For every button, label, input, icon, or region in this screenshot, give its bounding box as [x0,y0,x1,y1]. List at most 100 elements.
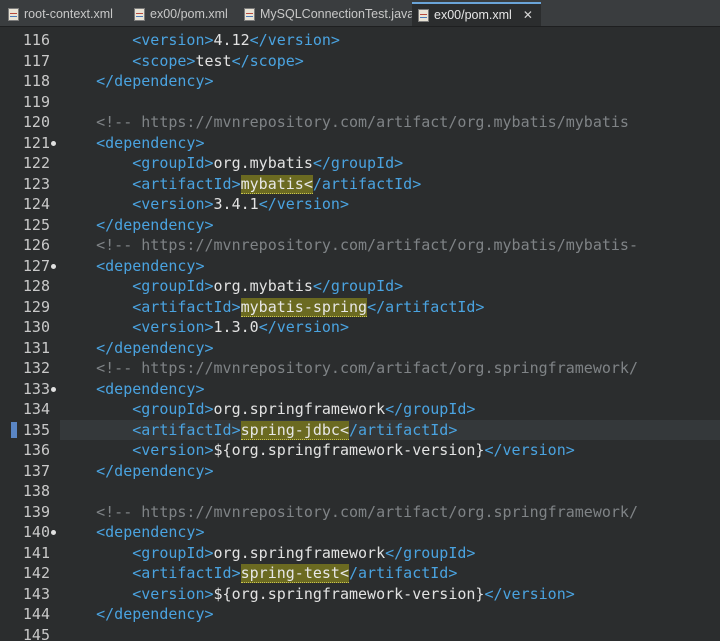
code-line[interactable]: 139 <!-- https://mvnrepository.com/artif… [0,502,720,523]
xml-tag: /artifactId> [349,420,458,439]
code-text: <groupId>org.springframework</groupId> [60,399,720,420]
code-line[interactable]: 136 <version>${org.springframework-versi… [0,440,720,461]
code-text: <dependency> [60,256,720,277]
highlighted-text: mybatis< [240,174,313,194]
xml-comment: <!-- https://mvnrepository.com/artifact/… [96,502,638,521]
code-text: <groupId>org.mybatis</groupId> [60,276,720,297]
code-line[interactable]: 130 <version>1.3.0</version> [0,317,720,338]
line-number: 132 [22,359,50,377]
line-number: 145 [22,625,50,641]
xml-tag: </dependency> [96,215,214,234]
tab-root-context[interactable]: root-context.xml [2,3,121,25]
xml-text: ${org.springframework-version} [213,441,485,459]
xml-tag: <groupId> [132,277,214,295]
code-editor[interactable]: 116 <version>4.12</version> 117 <scope>te… [0,27,720,641]
code-line[interactable]: 144 </dependency> [0,604,720,625]
code-line[interactable]: 141 <groupId>org.springframework</groupI… [0,543,720,564]
code-line[interactable]: 145 [0,625,720,641]
code-line[interactable]: 142 <artifactId>spring-test</artifactId> [0,563,720,584]
code-text: </dependency> [60,338,720,359]
xml-tag: /artifactId> [312,174,422,193]
code-line[interactable]: 126 <!-- https://mvnrepository.com/artif… [0,235,720,256]
code-text: <version>3.4.1</version> [60,194,720,215]
highlighted-text: spring-test< [240,564,349,583]
xml-tag: <dependency> [96,256,205,275]
xml-tag: </version> [484,441,575,459]
xml-comment: <!-- https://mvnrepository.com/artifact/… [96,359,638,377]
line-number: 136 [22,441,50,459]
line-number: 122 [22,154,50,172]
code-text: <!-- https://mvnrepository.com/artifact/… [60,112,720,133]
maven-pom-icon [418,8,429,22]
xml-tag: <groupId> [132,400,214,418]
xml-tag: <dependency> [96,133,205,152]
tab-label: ex00/pom.xml [434,8,512,22]
code-line[interactable]: 138 [0,481,720,502]
tab-mysql-connection-test[interactable]: MySQLConnectionTest.java [238,3,422,25]
code-line[interactable]: 132 <!-- https://mvnrepository.com/artif… [0,358,720,379]
code-text: <!-- https://mvnrepository.com/artifact/… [60,358,720,379]
code-line[interactable]: 120 <!-- https://mvnrepository.com/artif… [0,112,720,133]
line-number: 124 [22,195,50,213]
code-line[interactable]: 131 </dependency> [0,338,720,359]
line-number: 121 [22,133,50,152]
code-text: <groupId>org.springframework</groupId> [60,543,720,564]
xml-text: 3.4.1 [213,195,259,213]
xml-tag: <artifactId> [132,564,241,582]
code-line[interactable]: 118 </dependency> [0,71,720,92]
code-line[interactable]: 116 <version>4.12</version> [0,30,720,51]
line-number: 127 [22,256,50,275]
tab-ex00-pom[interactable]: ex00/pom.xml [128,3,236,25]
line-number: 134 [22,400,50,418]
line-number: 116 [22,31,50,49]
xml-tag: </version> [484,584,575,603]
xml-tag: </version> [249,31,340,49]
code-text: <version>${org.springframework-version}<… [60,584,720,605]
code-line[interactable]: 124 <version>3.4.1</version> [0,194,720,215]
code-line[interactable]: 117 <scope>test</scope> [0,51,720,72]
code-line[interactable]: 125 </dependency> [0,215,720,236]
xml-tag: </groupId> [385,543,476,562]
xml-text: 1.3.0 [213,318,259,336]
xml-tag: <version> [132,584,214,603]
code-line[interactable]: 143 <version>${org.springframework-versi… [0,584,720,605]
code-line[interactable]: 119 [0,92,720,113]
fold-marker-icon[interactable] [51,386,56,392]
maven-pom-icon [134,7,145,21]
xml-tag: </dependency> [96,72,214,90]
line-number: 141 [22,543,50,562]
fold-marker-icon[interactable] [51,140,56,146]
xml-tag: <artifactId> [132,420,241,439]
code-line[interactable]: 135 <artifactId>spring-jdbc</artifactId> [0,419,720,440]
code-line[interactable]: 122 <groupId>org.mybatis</groupId> [0,153,720,174]
xml-tag: <groupId> [132,543,214,562]
code-line[interactable]: 133 <dependency> [0,379,720,400]
code-text: <artifactId>spring-test</artifactId> [60,563,720,584]
code-text: </dependency> [60,71,720,92]
code-text: <version>4.12</version> [60,30,720,51]
xml-text: org.springframework [213,400,386,418]
xml-text: org.mybatis [213,277,313,295]
code-text: <scope>test</scope> [60,51,720,72]
tab-label: root-context.xml [24,7,113,21]
code-text: </dependency> [60,604,720,625]
line-number: 138 [22,482,50,500]
code-line[interactable]: 123 <artifactId>mybatis</artifactId> [0,174,720,195]
xml-tag: </version> [258,318,349,336]
code-line[interactable]: 140 <dependency> [0,522,720,543]
fold-marker-icon[interactable] [51,530,56,535]
close-icon[interactable]: ✕ [523,8,533,22]
code-line[interactable]: 134 <groupId>org.springframework</groupI… [0,399,720,420]
xml-tag: /artifactId> [349,564,458,582]
code-line[interactable]: 127 <dependency> [0,256,720,277]
xml-tag: <artifactId> [132,297,241,316]
code-line[interactable]: 129 <artifactId>mybatis-spring</artifact… [0,297,720,318]
code-line[interactable]: 121 <dependency> [0,133,720,154]
tab-ex00-pom-active[interactable]: ex00/pom.xml ✕ [412,2,541,26]
fold-marker-icon[interactable] [51,263,56,269]
code-text: <version>1.3.0</version> [60,317,720,338]
code-line[interactable]: 128 <groupId>org.mybatis</groupId> [0,276,720,297]
code-line[interactable]: 137 </dependency> [0,461,720,482]
